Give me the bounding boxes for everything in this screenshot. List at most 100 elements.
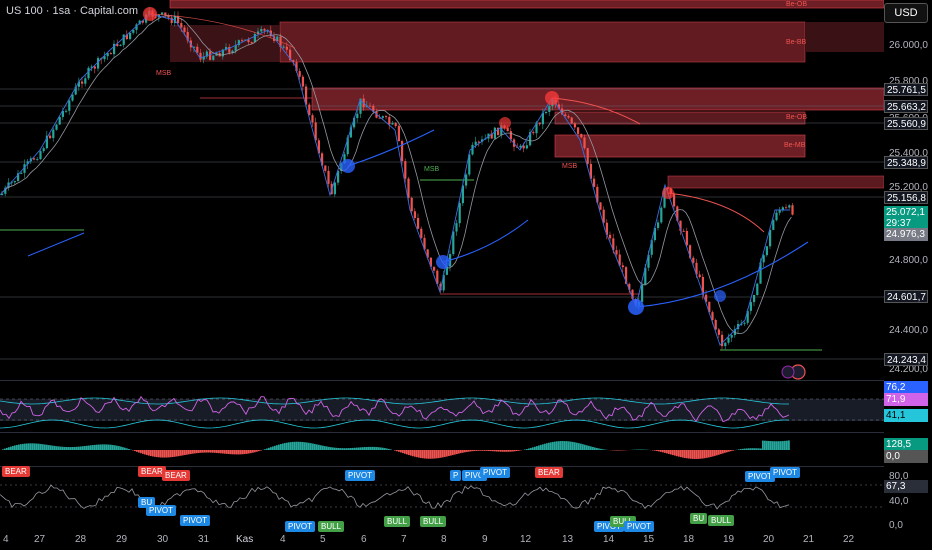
momentum-bar	[658, 450, 660, 452]
candle-body	[413, 211, 416, 218]
momentum-bar	[536, 446, 538, 450]
blue-arc-1	[347, 129, 435, 167]
momentum-bar	[400, 450, 402, 453]
momentum-bar	[396, 450, 398, 452]
momentum-bar	[574, 442, 576, 450]
momentum-bar	[162, 450, 164, 458]
candle-body	[570, 117, 573, 124]
momentum-bar	[592, 446, 594, 450]
momentum-bar	[214, 450, 216, 453]
candle-body	[548, 106, 551, 112]
momentum-bar	[332, 447, 334, 450]
price-badge: 25.663,2	[884, 100, 928, 113]
momentum-bar	[140, 450, 142, 454]
pane-divider[interactable]	[0, 466, 884, 467]
candle-body	[65, 110, 68, 112]
momentum-bar	[380, 447, 382, 450]
momentum-bar	[764, 440, 766, 450]
momentum-bar	[256, 450, 258, 452]
momentum-bar	[216, 450, 218, 453]
candle-body	[209, 51, 212, 60]
candle-body	[685, 230, 688, 246]
candle-body	[698, 274, 701, 277]
pane-divider[interactable]	[0, 380, 884, 381]
momentum-bar	[316, 444, 318, 450]
momentum-bar	[242, 450, 244, 455]
momentum-bar	[516, 450, 518, 452]
momentum-bar	[126, 448, 128, 450]
momentum-bar	[148, 450, 150, 456]
momentum-bar	[80, 446, 82, 450]
momentum-bar	[498, 450, 500, 452]
momentum-bar	[344, 448, 346, 450]
momentum-bar	[290, 442, 292, 450]
momentum-bar	[722, 450, 724, 454]
momentum-bar	[232, 450, 234, 455]
momentum-bar	[528, 448, 530, 450]
pivot-high-marker	[545, 91, 559, 105]
price-badge: 25.560,9	[884, 117, 928, 130]
momentum-bar	[582, 444, 584, 450]
momentum-bar	[580, 443, 582, 450]
momentum-bar	[460, 450, 462, 454]
candle-body	[381, 116, 384, 118]
candle-body	[333, 182, 336, 195]
candle-body	[493, 127, 496, 139]
momentum-bar	[166, 450, 168, 458]
momentum-bar	[374, 446, 376, 450]
bear-tag: BEAR	[535, 467, 563, 478]
candle-body	[577, 127, 580, 134]
momentum-bar	[238, 450, 240, 455]
momentum-bar	[42, 444, 44, 450]
momentum-bar	[48, 445, 50, 450]
momentum-bar	[192, 450, 194, 454]
pane-divider[interactable]	[0, 432, 884, 433]
momentum-bar	[330, 447, 332, 450]
momentum-bar	[128, 449, 130, 450]
momentum-bar	[104, 444, 106, 450]
momentum-bar	[250, 450, 252, 454]
candle-body	[756, 283, 759, 295]
momentum-bar	[378, 447, 380, 450]
momentum-bar	[114, 445, 116, 450]
momentum-bar	[466, 450, 468, 452]
candle-body	[13, 181, 16, 183]
momentum-bar	[708, 450, 710, 458]
momentum-bar	[116, 445, 118, 450]
momentum-bar	[586, 445, 588, 450]
momentum-bar	[702, 450, 704, 459]
candle-body	[583, 137, 586, 149]
momentum-bar	[222, 450, 224, 454]
momentum-bar	[584, 444, 586, 450]
momentum-bar	[596, 447, 598, 450]
momentum-bar	[602, 449, 604, 450]
momentum-bar	[220, 450, 222, 454]
pivot-high-marker	[662, 187, 674, 199]
momentum-bar	[570, 441, 572, 450]
momentum-bar	[142, 450, 144, 454]
momentum-bar	[180, 450, 182, 456]
momentum-bar	[94, 444, 96, 450]
candle-body	[749, 302, 752, 311]
candle-body	[97, 58, 100, 69]
momentum-bar	[670, 450, 672, 455]
candle-body	[241, 40, 244, 42]
currency-button[interactable]: USD	[884, 3, 928, 23]
momentum-bar	[54, 445, 56, 450]
time-label: 30	[157, 534, 169, 545]
momentum-bar	[552, 441, 554, 450]
momentum-bar	[86, 445, 88, 450]
price-chart[interactable]	[0, 0, 884, 550]
momentum-bar	[724, 450, 726, 453]
price-badge: 25.761,5	[884, 83, 928, 96]
momentum-bar	[654, 450, 656, 451]
momentum-bar	[500, 450, 502, 452]
momentum-bar	[568, 441, 570, 450]
momentum-bar	[448, 450, 450, 457]
momentum-bar	[144, 450, 146, 455]
momentum-bar	[370, 446, 372, 450]
momentum-bar	[390, 449, 392, 450]
momentum-bar	[200, 450, 202, 453]
momentum-bar	[190, 450, 192, 454]
momentum-bar	[228, 450, 230, 455]
